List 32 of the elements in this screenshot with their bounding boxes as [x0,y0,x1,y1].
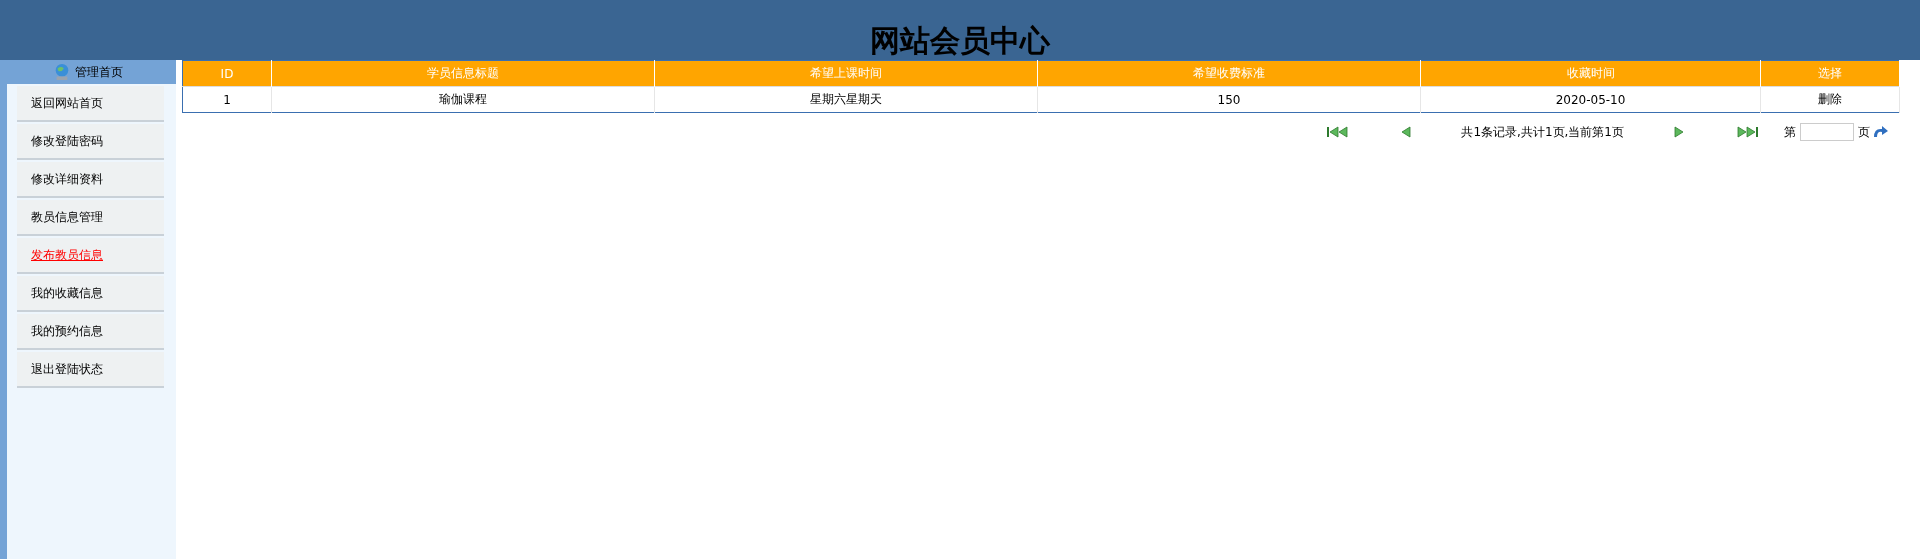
previous-page-icon[interactable] [1401,126,1412,138]
sidebar-heading[interactable]: 管理首页 [75,63,123,81]
column-header: 收藏时间 [1420,60,1761,87]
table-cell: 2020-05-10 [1420,86,1761,113]
menu-item[interactable]: 退出登陆状态 [17,352,164,388]
table-cell: 星期六星期天 [654,86,1038,113]
page-title: 网站会员中心 [870,24,1050,58]
table-cell: 瑜伽课程 [271,86,655,113]
computer-globe-icon [53,63,71,81]
column-header: 选择 [1760,60,1900,87]
menu-item[interactable]: 返回网站首页 [17,86,164,122]
refresh-arrow-icon[interactable] [1872,126,1890,138]
delete-link[interactable]: 删除 [1818,92,1842,106]
table-cell: 150 [1037,86,1421,113]
column-header: 希望上课时间 [654,60,1038,87]
menu-item[interactable]: 修改详细资料 [17,162,164,198]
page-prefix: 第 [1784,123,1796,141]
column-header: 希望收费标准 [1037,60,1421,87]
menu-item[interactable]: 教员信息管理 [17,200,164,236]
menu-item[interactable]: 修改登陆密码 [17,124,164,160]
page-input[interactable] [1800,123,1854,141]
column-header: ID [182,60,272,87]
page-summary: 共1条记录,共计1页,当前第1页 [1461,123,1624,141]
next-page-icon[interactable] [1674,126,1684,138]
menu-item[interactable]: 我的收藏信息 [17,276,164,312]
menu-item[interactable]: 我的预约信息 [17,314,164,350]
last-page-icon[interactable] [1736,126,1758,138]
column-header: 学员信息标题 [271,60,655,87]
first-page-icon[interactable] [1327,126,1350,138]
page-suffix: 页 [1858,123,1870,141]
menu-item[interactable]: 发布教员信息 [17,238,164,274]
table-cell: 1 [182,86,272,113]
